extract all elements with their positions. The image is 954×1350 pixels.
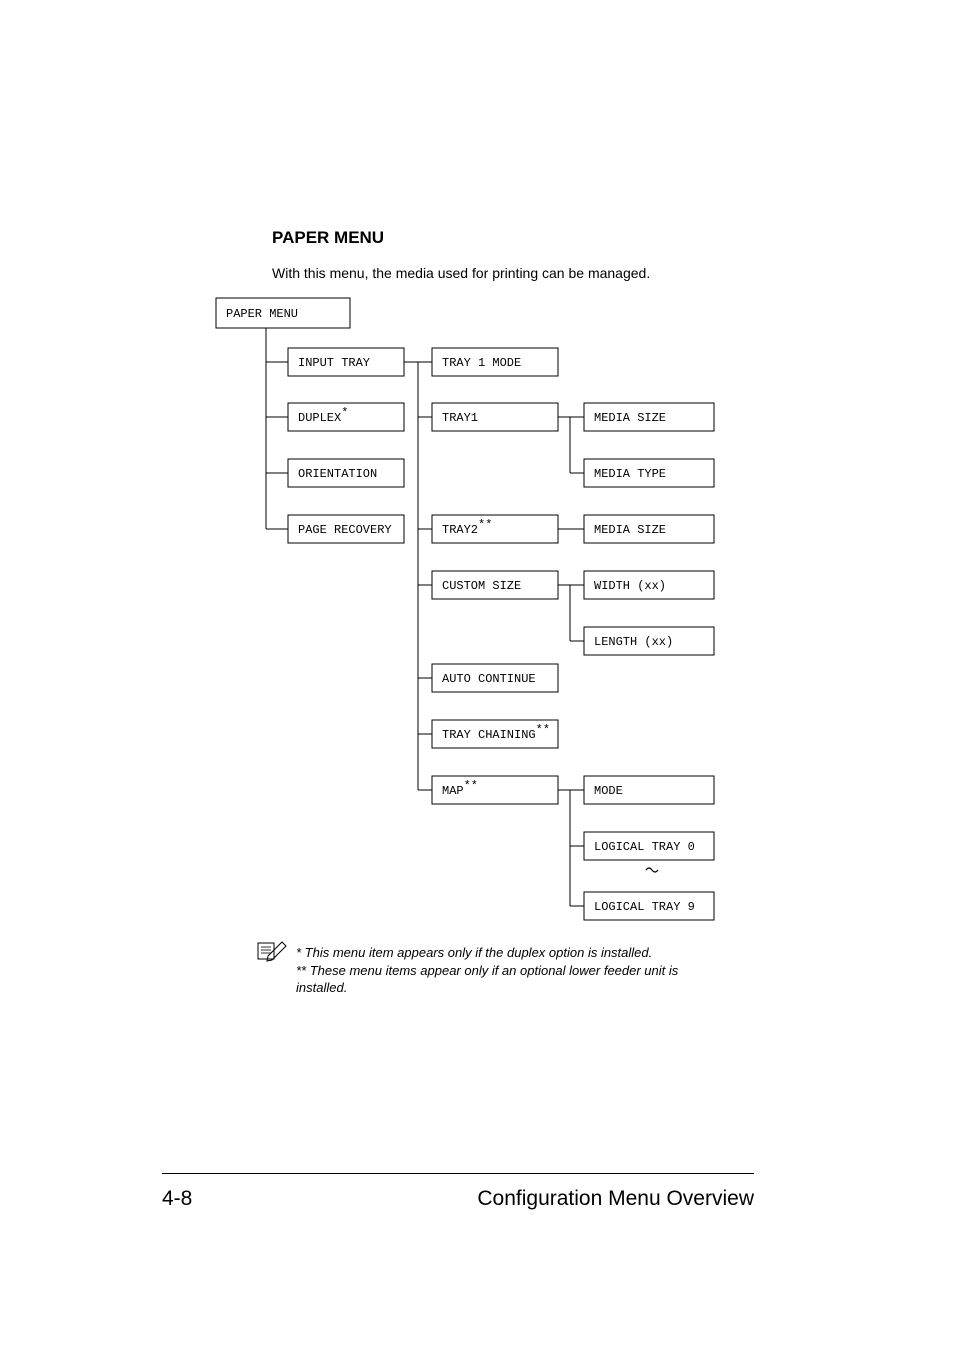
- footer-divider: [162, 1173, 754, 1174]
- box-media-size-2: MEDIA SIZE: [594, 523, 666, 537]
- box-duplex: DUPLEX*: [298, 406, 348, 425]
- box-tray-chaining: TRAY CHAINING**: [442, 723, 550, 742]
- footer-title: Configuration Menu Overview: [477, 1187, 754, 1211]
- box-mode: MODE: [594, 784, 623, 798]
- footnote-text: * This menu item appears only if the dup…: [296, 944, 716, 997]
- box-input-tray: INPUT TRAY: [298, 356, 370, 370]
- box-map: MAP**: [442, 779, 478, 798]
- box-custom-size: CUSTOM SIZE: [442, 579, 521, 593]
- note-icon: [256, 940, 288, 962]
- box-tray1: TRAY1: [442, 411, 478, 425]
- box-logical-tray-9: LOGICAL TRAY 9: [594, 900, 695, 914]
- box-media-type: MEDIA TYPE: [594, 467, 666, 481]
- box-page-recovery: PAGE RECOVERY: [298, 523, 392, 537]
- intro-text: With this menu, the media used for print…: [272, 265, 650, 281]
- box-width: WIDTH (xx): [594, 579, 666, 593]
- box-tray1-mode: TRAY 1 MODE: [442, 356, 521, 370]
- box-length: LENGTH (xx): [594, 635, 673, 649]
- box-media-size-1: MEDIA SIZE: [594, 411, 666, 425]
- box-orientation: ORIENTATION: [298, 467, 377, 481]
- box-tray2: TRAY2**: [442, 518, 492, 537]
- box-auto-continue: AUTO CONTINUE: [442, 672, 536, 686]
- box-paper-menu: PAPER MENU: [226, 307, 298, 321]
- menu-tree-diagram: PAPER MENU INPUT TRAY DUPLEX* ORIENTATIO…: [210, 292, 770, 932]
- page-number: 4-8: [162, 1187, 192, 1211]
- section-heading: PAPER MENU: [272, 228, 384, 248]
- box-logical-tray-0: LOGICAL TRAY 0: [594, 840, 695, 854]
